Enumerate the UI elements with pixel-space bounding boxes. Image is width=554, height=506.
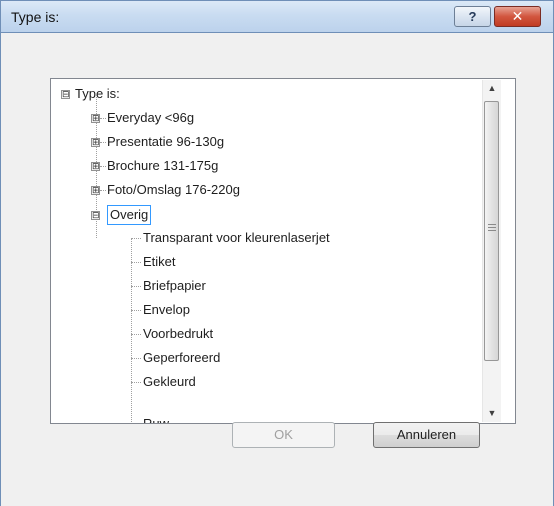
tree-connector (131, 358, 141, 359)
tree-item-label: Etiket (143, 254, 176, 269)
cancel-button[interactable]: Annuleren (373, 422, 480, 448)
tree-connector (100, 166, 106, 167)
tree-connector (100, 118, 106, 119)
tree-connector (131, 382, 141, 383)
tree-item-label: Geperforeerd (143, 350, 221, 365)
tree-connector (131, 310, 141, 311)
scroll-thumb[interactable] (484, 101, 499, 361)
cancel-button-label: Annuleren (396, 427, 457, 442)
grip-icon (488, 224, 496, 231)
arrow-down-icon: ▼ (487, 408, 497, 418)
close-icon: ✕ (511, 8, 524, 24)
tree-item-label: Voorbedrukt (143, 326, 214, 341)
tree-item-label: Presentatie 96-130g (107, 134, 225, 149)
tree-item-label: Gekleurd (143, 374, 196, 389)
expand-icon[interactable]: ⊞ (91, 138, 100, 147)
tree-root-label: Type is: (75, 86, 120, 101)
question-mark-icon: ? (468, 9, 477, 24)
tree-connector (131, 286, 141, 287)
tree-item-label: Transparant voor kleurenlaserjet (143, 230, 330, 245)
close-button[interactable]: ✕ (494, 6, 541, 27)
tree-item-label: Foto/Omslag 176-220g (107, 182, 240, 197)
dialog-title: Type is: (11, 9, 60, 25)
tree-item-label-selected: Overig (107, 205, 152, 225)
tree-item-label: Everyday <96g (107, 110, 195, 125)
tree-item-label: Brochure 131-175g (107, 158, 219, 173)
tree-item-label: Envelop (143, 302, 190, 317)
scroll-up-button[interactable]: ▲ (483, 80, 501, 97)
ok-button[interactable]: OK (232, 422, 335, 448)
collapse-icon[interactable]: ⊟ (91, 211, 100, 220)
title-bar[interactable]: Type is: ? ✕ (0, 0, 554, 33)
expand-icon[interactable]: ⊞ (91, 162, 100, 171)
tree-connector (131, 262, 141, 263)
tree-item-label: Briefpapier (143, 278, 206, 293)
ok-button-label: OK (274, 427, 293, 442)
tree-connector (131, 238, 132, 423)
help-button[interactable]: ? (454, 6, 491, 27)
tree-connector (131, 334, 141, 335)
dialog-window: Type is: ? ✕ ⊟ Type is: ⊞ Everyday <96g … (0, 0, 554, 506)
tree-item-label: Ruw (143, 416, 170, 424)
collapse-icon[interactable]: ⊟ (61, 90, 70, 99)
tree-connector (100, 142, 106, 143)
arrow-up-icon: ▲ (487, 83, 497, 93)
expand-icon[interactable]: ⊞ (91, 114, 100, 123)
tree-connector (100, 190, 106, 191)
tree-connector (131, 238, 141, 239)
expand-icon[interactable]: ⊞ (91, 186, 100, 195)
tree-scrollbar[interactable]: ▲ ▼ (482, 80, 501, 422)
scroll-down-button[interactable]: ▼ (483, 405, 501, 422)
paper-type-tree[interactable]: ⊟ Type is: ⊞ Everyday <96g ⊞ Presentatie… (50, 78, 516, 424)
